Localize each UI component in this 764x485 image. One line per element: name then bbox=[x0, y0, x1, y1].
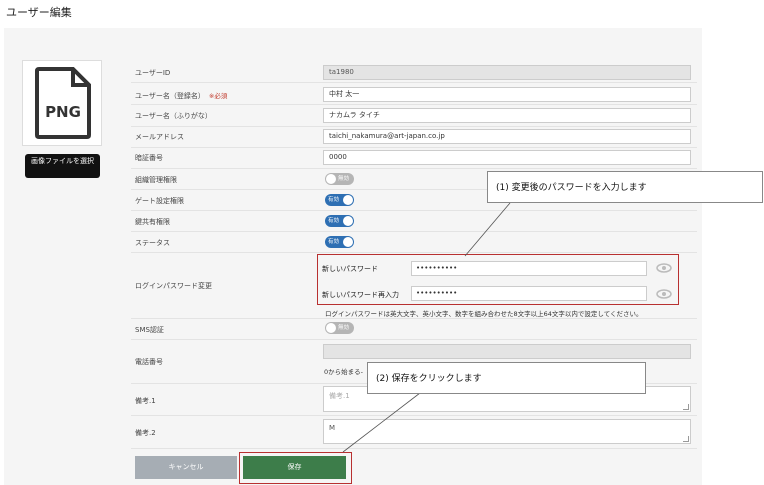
gate-settings-toggle[interactable]: 有効 bbox=[325, 194, 354, 206]
toggle-knob bbox=[343, 195, 353, 205]
divider bbox=[131, 126, 697, 127]
note2-value: M bbox=[329, 424, 336, 432]
save-highlight-box bbox=[239, 452, 352, 484]
toggle-knob bbox=[343, 216, 353, 226]
email-label: メールアドレス bbox=[135, 133, 184, 141]
email-field[interactable]: taichi_nakamura@art-japan.co.jp bbox=[323, 129, 691, 144]
divider bbox=[131, 231, 697, 232]
page-title: ユーザー編集 bbox=[6, 6, 72, 19]
phone-label: 電話番号 bbox=[135, 358, 163, 366]
status-toggle[interactable]: 有効 bbox=[325, 236, 354, 248]
toggle-knob bbox=[326, 174, 336, 184]
resize-grip-icon[interactable] bbox=[683, 404, 689, 410]
toggle-state: 有効 bbox=[328, 218, 340, 224]
org-admin-label: 組織管理権限 bbox=[135, 176, 177, 184]
note1-placeholder: 備考.1 bbox=[329, 392, 350, 400]
phone-field bbox=[323, 344, 691, 359]
status-label: ステータス bbox=[135, 239, 170, 247]
required-mark: ※必須 bbox=[208, 92, 228, 100]
divider bbox=[131, 448, 697, 449]
cancel-button[interactable]: キャンセル bbox=[135, 456, 237, 479]
divider bbox=[131, 82, 697, 83]
key-share-toggle[interactable]: 有効 bbox=[325, 215, 354, 227]
upload-image-button[interactable]: 画像ファイルを選択 bbox=[25, 154, 100, 178]
user-id-label: ユーザーID bbox=[135, 69, 171, 77]
divider bbox=[131, 318, 697, 319]
avatar: PNG bbox=[22, 60, 102, 146]
phone-hint: 0から始まる- bbox=[324, 368, 363, 376]
key-share-label: 鍵共有権限 bbox=[135, 218, 170, 226]
toggle-knob bbox=[343, 237, 353, 247]
user-kana-label: ユーザー名（ふりがな） bbox=[135, 112, 212, 120]
sms-toggle[interactable]: 無効 bbox=[325, 322, 354, 334]
org-admin-toggle[interactable]: 無効 bbox=[325, 173, 354, 185]
divider bbox=[131, 147, 697, 148]
note2-textarea[interactable]: M bbox=[323, 419, 691, 444]
note2-label: 備考.2 bbox=[135, 429, 156, 437]
toggle-knob bbox=[326, 323, 336, 333]
divider bbox=[131, 104, 697, 105]
user-name-label-text: ユーザー名（登録名） bbox=[135, 92, 205, 100]
file-badge: PNG bbox=[45, 103, 81, 121]
toggle-state: 無効 bbox=[338, 325, 350, 331]
password-highlight-box bbox=[317, 254, 679, 305]
resize-grip-icon[interactable] bbox=[683, 436, 689, 442]
toggle-state: 有効 bbox=[328, 197, 340, 203]
png-file-icon: PNG bbox=[35, 67, 91, 139]
divider bbox=[131, 168, 697, 169]
pin-field[interactable]: 0000 bbox=[323, 150, 691, 165]
divider bbox=[131, 339, 697, 340]
password-hint: ログインパスワードは英大文字、英小文字、数字を組み合わせた8文字以上64文字以内… bbox=[325, 310, 643, 318]
user-name-field[interactable]: 中村 太一 bbox=[323, 87, 691, 102]
divider bbox=[131, 415, 697, 416]
divider bbox=[131, 210, 697, 211]
callout-step2: (2) 保存をクリックします bbox=[367, 362, 646, 394]
note1-label: 備考.1 bbox=[135, 397, 156, 405]
toggle-state: 有効 bbox=[328, 239, 340, 245]
user-kana-field[interactable]: ナカムラ タイチ bbox=[323, 108, 691, 123]
user-name-label: ユーザー名（登録名） ※必須 bbox=[135, 90, 227, 101]
divider bbox=[131, 252, 697, 253]
toggle-state: 無効 bbox=[338, 176, 350, 182]
user-id-field: ta1980 bbox=[323, 65, 691, 80]
callout-step1: (1) 変更後のパスワードを入力します bbox=[487, 171, 763, 203]
sms-label: SMS認証 bbox=[135, 326, 164, 334]
pin-label: 暗証番号 bbox=[135, 154, 163, 162]
gate-settings-label: ゲート設定権限 bbox=[135, 197, 184, 205]
password-change-label: ログインパスワード変更 bbox=[135, 282, 212, 290]
